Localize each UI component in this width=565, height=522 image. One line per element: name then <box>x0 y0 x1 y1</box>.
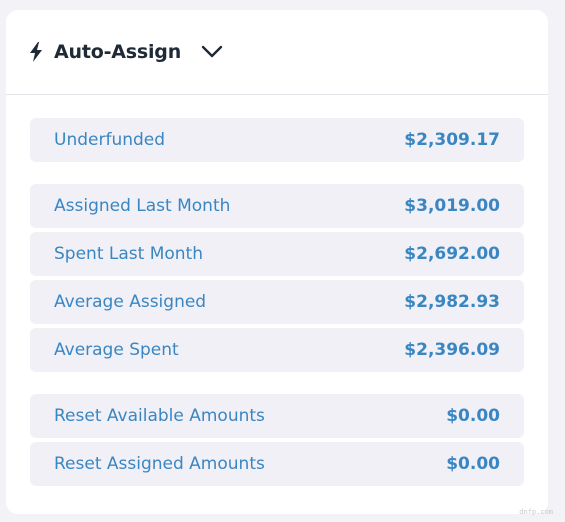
reset-assigned-amounts-row[interactable]: Reset Assigned Amounts $0.00 <box>30 442 524 486</box>
panel-title: Auto-Assign <box>54 41 182 63</box>
row-label: Reset Assigned Amounts <box>54 454 265 474</box>
row-value: $0.00 <box>446 454 500 474</box>
auto-assign-header[interactable]: Auto-Assign <box>6 10 548 95</box>
lightning-bolt-icon <box>30 42 42 62</box>
reset-available-amounts-row[interactable]: Reset Available Amounts $0.00 <box>30 394 524 438</box>
auto-assign-panel: Auto-Assign Underfunded $2,309.17 Assign… <box>6 10 548 514</box>
spent-last-month-row[interactable]: Spent Last Month $2,692.00 <box>30 232 524 276</box>
row-label: Underfunded <box>54 130 166 150</box>
row-value: $2,982.93 <box>404 292 500 312</box>
row-label: Average Assigned <box>54 292 207 312</box>
row-label: Reset Available Amounts <box>54 406 265 426</box>
average-assigned-row[interactable]: Average Assigned $2,982.93 <box>30 280 524 324</box>
row-value: $0.00 <box>446 406 500 426</box>
underfunded-row[interactable]: Underfunded $2,309.17 <box>30 118 524 162</box>
row-label: Spent Last Month <box>54 244 203 264</box>
row-value: $2,309.17 <box>404 130 500 150</box>
row-value: $3,019.00 <box>404 196 500 216</box>
watermark: dnfp.com <box>519 508 553 516</box>
row-label: Assigned Last Month <box>54 196 231 216</box>
chevron-down-icon[interactable] <box>201 45 223 59</box>
average-spent-row[interactable]: Average Spent $2,396.09 <box>30 328 524 372</box>
row-label: Average Spent <box>54 340 179 360</box>
row-value: $2,692.00 <box>404 244 500 264</box>
assigned-last-month-row[interactable]: Assigned Last Month $3,019.00 <box>30 184 524 228</box>
row-value: $2,396.09 <box>404 340 500 360</box>
